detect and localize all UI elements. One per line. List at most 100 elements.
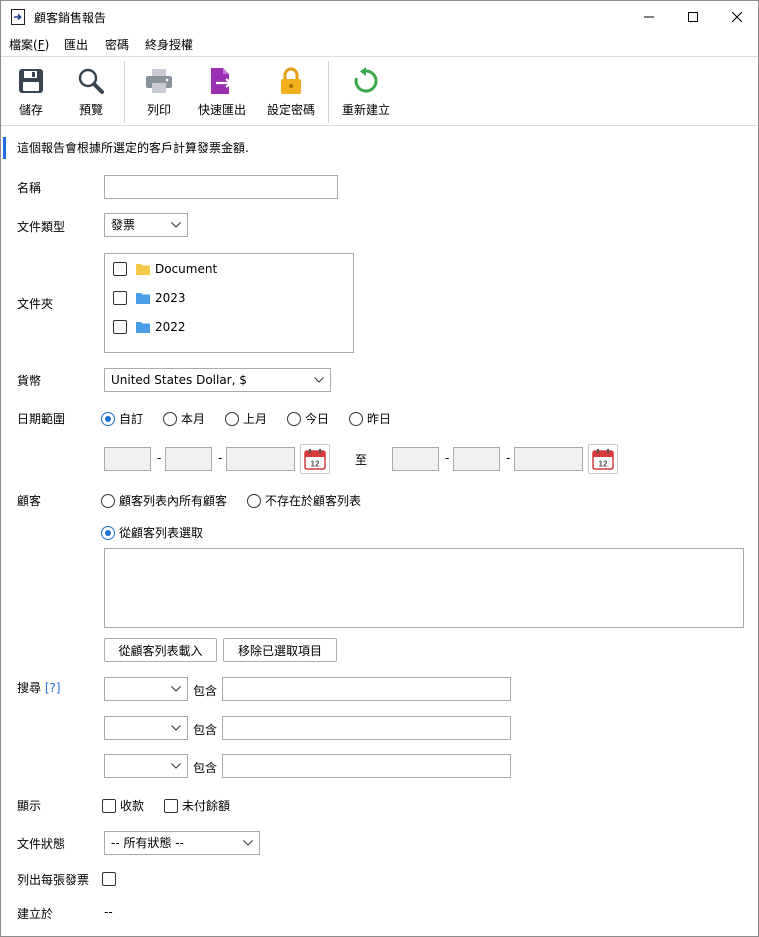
maximize-icon <box>688 11 698 22</box>
close-button[interactable] <box>714 1 759 32</box>
list-each-invoice-checkbox[interactable] <box>102 872 120 886</box>
set-password-button[interactable]: 設定密碼 <box>263 57 319 125</box>
end-day-input[interactable] <box>514 447 583 471</box>
date-separator: - <box>506 451 511 465</box>
folder-checkbox[interactable] <box>113 291 127 305</box>
toolbar-separator <box>124 61 125 123</box>
doc-type-select[interactable]: 發票 <box>104 213 188 237</box>
folder-item-2022[interactable]: 2022 <box>113 319 186 335</box>
maximize-button[interactable] <box>670 1 716 32</box>
customer-option-not-in-list[interactable]: 不存在於顧客列表 <box>247 492 361 509</box>
customer-option-label: 從顧客列表選取 <box>119 526 204 540</box>
search-field-select-1[interactable] <box>104 677 188 701</box>
radio-unselected <box>287 411 301 426</box>
date-option-today[interactable]: 今日 <box>287 410 329 427</box>
search-value-input-3[interactable] <box>222 754 511 778</box>
chevron-down-icon <box>171 763 181 769</box>
date-option-yesterday[interactable]: 昨日 <box>349 410 391 427</box>
svg-text:12: 12 <box>599 460 608 469</box>
rebuild-button[interactable]: 重新建立 <box>338 57 394 125</box>
name-input[interactable] <box>104 175 338 199</box>
menu-file-label: 檔案( <box>9 38 38 52</box>
end-month-input[interactable] <box>453 447 500 471</box>
quick-export-label: 快速匯出 <box>197 103 246 117</box>
end-calendar-button[interactable]: 12 <box>588 444 618 474</box>
close-icon <box>732 11 742 22</box>
folder-item-document[interactable]: Document <box>113 261 217 277</box>
print-label: 列印 <box>146 103 171 117</box>
export-file-icon <box>207 66 237 96</box>
start-year-input[interactable] <box>104 447 151 471</box>
folder-name: 2023 <box>155 291 186 305</box>
refresh-icon <box>351 66 381 96</box>
chevron-down-icon <box>171 222 181 228</box>
doc-type-label: 文件類型 <box>17 220 66 234</box>
chevron-down-icon <box>243 840 253 846</box>
minimize-button[interactable] <box>626 1 672 32</box>
date-to-label: 至 <box>355 453 368 467</box>
radio-selected <box>101 525 115 540</box>
customer-list-box[interactable] <box>104 548 744 628</box>
chevron-down-icon <box>171 686 181 692</box>
search-value-input-2[interactable] <box>222 716 511 740</box>
date-option-this-month[interactable]: 本月 <box>163 410 205 427</box>
start-calendar-button[interactable]: 12 <box>300 444 330 474</box>
menu-license[interactable]: 終身授權 <box>145 36 193 53</box>
menu-bar: 檔案(F) 匯出 密碼 終身授權 <box>1 33 758 55</box>
radio-unselected <box>101 493 115 508</box>
customer-label: 顧客 <box>17 494 42 508</box>
printer-icon <box>144 66 174 96</box>
contains-label: 包含 <box>193 761 218 775</box>
date-option-custom[interactable]: 自訂 <box>101 410 143 427</box>
customer-option-all[interactable]: 顧客列表內所有顧客 <box>101 492 227 509</box>
search-field-select-3[interactable] <box>104 754 188 778</box>
save-button[interactable]: 儲存 <box>8 57 54 125</box>
date-option-last-month[interactable]: 上月 <box>225 410 267 427</box>
folder-name: 2022 <box>155 320 186 334</box>
start-day-input[interactable] <box>226 447 295 471</box>
end-year-input[interactable] <box>392 447 439 471</box>
folder-label: 文件夾 <box>17 297 54 311</box>
folder-item-2023[interactable]: 2023 <box>113 290 186 306</box>
contains-label: 包含 <box>193 684 218 698</box>
folder-list: Document 2023 2022 <box>104 253 354 353</box>
search-label: 搜尋 <box>17 681 42 695</box>
quick-export-button[interactable]: 快速匯出 <box>194 57 250 125</box>
remove-selected-button[interactable]: 移除已選取項目 <box>223 638 337 662</box>
name-label: 名稱 <box>17 181 42 195</box>
date-range-label: 日期範圍 <box>17 412 66 426</box>
menu-export[interactable]: 匯出 <box>64 36 88 53</box>
menu-password[interactable]: 密碼 <box>105 36 129 53</box>
minimize-icon <box>644 16 654 17</box>
customer-option-from-list[interactable]: 從顧客列表選取 <box>101 524 203 541</box>
show-receipts-checkbox[interactable]: 收款 <box>102 797 144 814</box>
date-separator: - <box>445 451 450 465</box>
start-month-input[interactable] <box>165 447 212 471</box>
search-help-link[interactable]: [?] <box>45 681 61 695</box>
preview-button[interactable]: 預覽 <box>68 57 114 125</box>
radio-unselected <box>349 411 363 426</box>
currency-select[interactable]: United States Dollar, $ <box>104 368 331 392</box>
report-app-icon <box>11 9 25 25</box>
search-value-input-1[interactable] <box>222 677 511 701</box>
doc-status-select[interactable]: -- 所有狀態 -- <box>104 831 260 855</box>
menu-file[interactable]: 檔案(F) <box>9 36 49 53</box>
save-label: 儲存 <box>18 103 43 117</box>
chevron-down-icon <box>171 725 181 731</box>
date-option-label: 上月 <box>243 412 268 426</box>
search-field-select-2[interactable] <box>104 716 188 740</box>
show-receipts-label: 收款 <box>120 799 145 813</box>
currency-label: 貨幣 <box>17 374 42 388</box>
set-password-label: 設定密碼 <box>266 103 315 117</box>
chevron-down-icon <box>314 377 324 383</box>
checkbox <box>102 872 116 886</box>
menu-file-suffix: ) <box>44 38 50 52</box>
print-button[interactable]: 列印 <box>136 57 182 125</box>
show-unpaid-label: 未付餘額 <box>182 799 231 813</box>
show-unpaid-checkbox[interactable]: 未付餘額 <box>164 797 230 814</box>
load-from-list-button[interactable]: 從顧客列表載入 <box>104 638 217 662</box>
folder-checkbox[interactable] <box>113 320 127 334</box>
folder-checkbox[interactable] <box>113 262 127 276</box>
date-option-label: 自訂 <box>119 412 144 426</box>
doc-status-value: -- 所有狀態 -- <box>111 836 184 850</box>
